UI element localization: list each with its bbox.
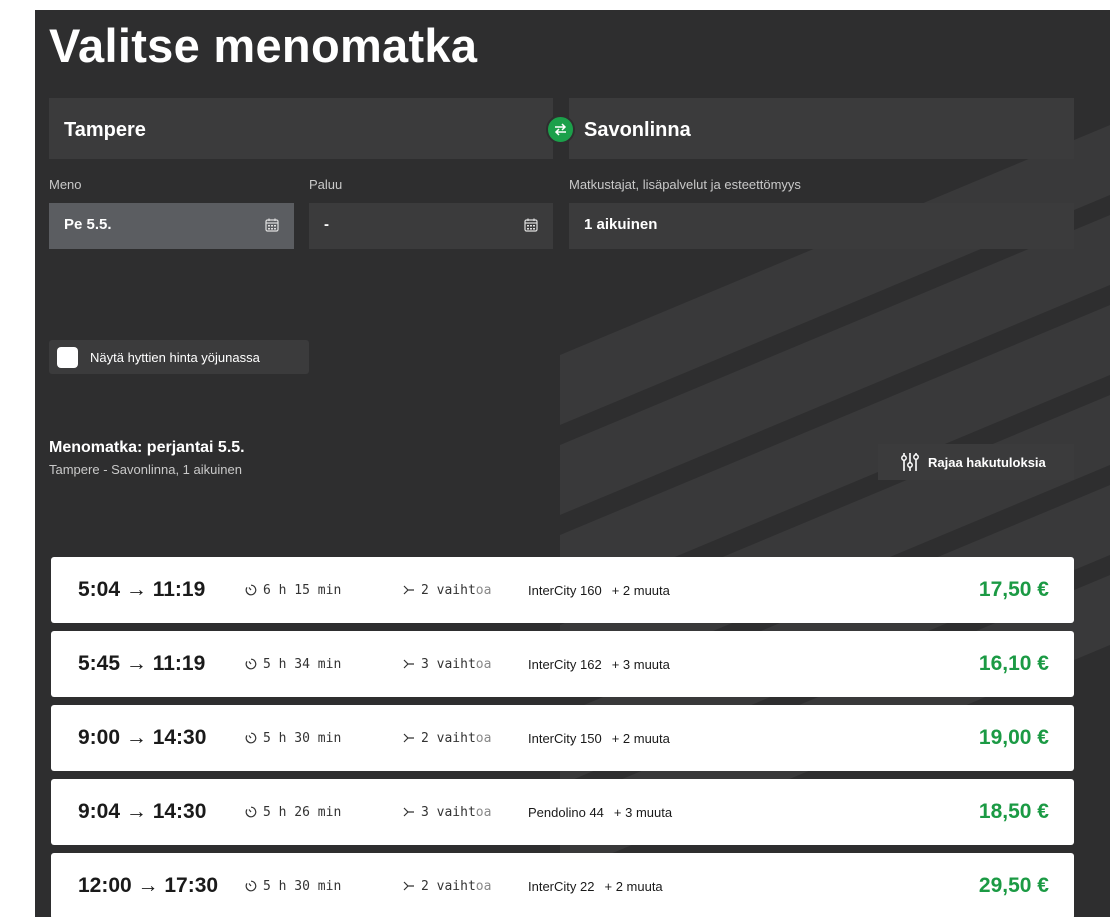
sliders-icon [901, 453, 919, 471]
trip-times: 5:04 → 11:19 [78, 578, 206, 601]
to-station-field[interactable]: Savonlinna [569, 98, 1074, 159]
trip-changes: 3 vaiht oa [402, 805, 491, 820]
trip-duration: 5 h 30 min [245, 731, 341, 746]
route-split-icon [403, 881, 414, 891]
passengers-label: Matkustajat, lisäpalvelut ja esteettömyy… [569, 177, 801, 192]
trip-train-name: InterCity 22 [528, 878, 595, 894]
trip-train: InterCity 162 + 3 muuta [528, 657, 670, 672]
timer-icon [245, 658, 257, 670]
trip-duration-value: 5 h 34 min [263, 656, 342, 672]
route-split-icon [403, 807, 414, 817]
trip-row[interactable]: 9:04 → 14:30 5 h 26 min 3 vaiht oa Pendol… [51, 779, 1074, 845]
trip-price: 17,50 € [978, 578, 1049, 601]
trip-train: InterCity 22 + 2 muuta [528, 879, 663, 894]
trip-train-name: Pendolino 44 [528, 804, 604, 820]
trip-duration: 5 h 26 min [245, 805, 341, 820]
trip-row[interactable]: 12:00 → 17:30 5 h 30 min 2 vaiht oa Inter… [51, 853, 1074, 917]
trip-duration: 5 h 34 min [245, 657, 341, 672]
passengers-field[interactable]: 1 aikuinen [569, 203, 1074, 249]
page-background: Valitse menomatka Tampere Savonlinna Men… [35, 10, 1110, 917]
trip-duration-value: 5 h 30 min [263, 730, 342, 746]
trip-changes-tail: oa [475, 878, 492, 894]
timer-icon [245, 880, 257, 892]
trip-times: 9:04 → 14:30 [78, 800, 207, 823]
trip-times: 5:45 → 11:19 [78, 652, 206, 675]
route-split-icon [403, 585, 414, 595]
trip-changes: 3 vaiht oa [402, 657, 491, 672]
trip-changes-value: 3 vaiht [421, 804, 476, 820]
trip-train-name: InterCity 150 [528, 730, 602, 746]
trip-more-trains: + 2 muuta [604, 878, 663, 894]
timer-icon [245, 806, 257, 818]
to-station-value: Savonlinna [584, 119, 691, 141]
passengers-value: 1 aikuinen [584, 216, 658, 233]
trip-changes-value: 2 vaiht [421, 730, 476, 746]
return-date-field[interactable]: - [309, 203, 553, 249]
trip-times: 9:00 → 14:30 [78, 726, 207, 749]
trip-changes-value: 3 vaiht [421, 656, 476, 672]
trip-price: 18,50 € [978, 800, 1049, 823]
depart-label: Meno [49, 177, 82, 192]
page-title: Valitse menomatka [49, 19, 478, 72]
swap-stations-button[interactable] [546, 115, 575, 144]
trip-train: InterCity 150 + 2 muuta [528, 731, 670, 746]
trip-train: InterCity 160 + 2 muuta [528, 583, 670, 598]
trip-row[interactable]: 9:00 → 14:30 5 h 30 min 2 vaiht oa InterC… [51, 705, 1074, 771]
trip-changes-value: 2 vaiht [421, 878, 476, 894]
trip-duration-value: 6 h 15 min [263, 582, 342, 598]
depart-date-value: Pe 5.5. [64, 216, 112, 233]
filter-results-button[interactable]: Rajaa hakutuloksia [878, 444, 1074, 480]
trip-price: 19,00 € [978, 726, 1049, 749]
trip-changes-tail: oa [475, 804, 492, 820]
cabin-price-checkbox[interactable] [57, 346, 78, 368]
cabin-price-label: Näytä hyttien hinta yöjunassa [90, 349, 260, 365]
trip-more-trains: + 3 muuta [611, 656, 670, 672]
trip-row[interactable]: 5:04 → 11:19 6 h 15 min 2 vaiht oa InterC… [51, 557, 1074, 623]
trip-duration-value: 5 h 26 min [263, 804, 342, 820]
trip-train: Pendolino 44 + 3 muuta [528, 805, 672, 820]
calendar-icon [524, 218, 538, 232]
trip-changes-value: 2 vaiht [421, 582, 476, 598]
swap-icon [554, 123, 567, 136]
trip-changes-tail: oa [475, 656, 492, 672]
trip-price: 29,50 € [978, 874, 1049, 897]
route-split-icon [403, 659, 414, 669]
trip-row[interactable]: 5:45 → 11:19 5 h 34 min 3 vaiht oa InterC… [51, 631, 1074, 697]
results-title: Menomatka: perjantai 5.5. [49, 439, 245, 456]
timer-icon [245, 732, 257, 744]
calendar-icon [265, 218, 279, 232]
filter-results-label: Rajaa hakutuloksia [928, 454, 1046, 470]
route-split-icon [403, 733, 414, 743]
results-subtitle: Tampere - Savonlinna, 1 aikuinen [49, 462, 242, 477]
timer-icon [245, 584, 257, 596]
trip-duration: 5 h 30 min [245, 879, 341, 894]
return-label: Paluu [309, 177, 343, 192]
trip-changes: 2 vaiht oa [402, 731, 491, 746]
return-date-value: - [324, 216, 329, 233]
trip-duration-value: 5 h 30 min [263, 878, 342, 894]
trip-duration: 6 h 15 min [245, 583, 341, 598]
from-station-field[interactable]: Tampere [49, 98, 553, 159]
trip-more-trains: + 2 muuta [611, 730, 670, 746]
trip-price: 16,10 € [978, 652, 1049, 675]
trip-changes: 2 vaiht oa [402, 879, 491, 894]
trip-train-name: InterCity 160 [528, 582, 602, 598]
depart-date-field[interactable]: Pe 5.5. [49, 203, 294, 249]
trip-changes: 2 vaiht oa [402, 583, 491, 598]
trip-changes-tail: oa [475, 730, 492, 746]
trip-more-trains: + 3 muuta [613, 804, 673, 820]
trip-changes-tail: oa [475, 582, 492, 598]
trip-train-name: InterCity 162 [528, 656, 602, 672]
trip-more-trains: + 2 muuta [611, 582, 670, 598]
trip-times: 12:00 → 17:30 [78, 874, 219, 897]
cabin-price-toggle[interactable]: Näytä hyttien hinta yöjunassa [49, 340, 309, 374]
